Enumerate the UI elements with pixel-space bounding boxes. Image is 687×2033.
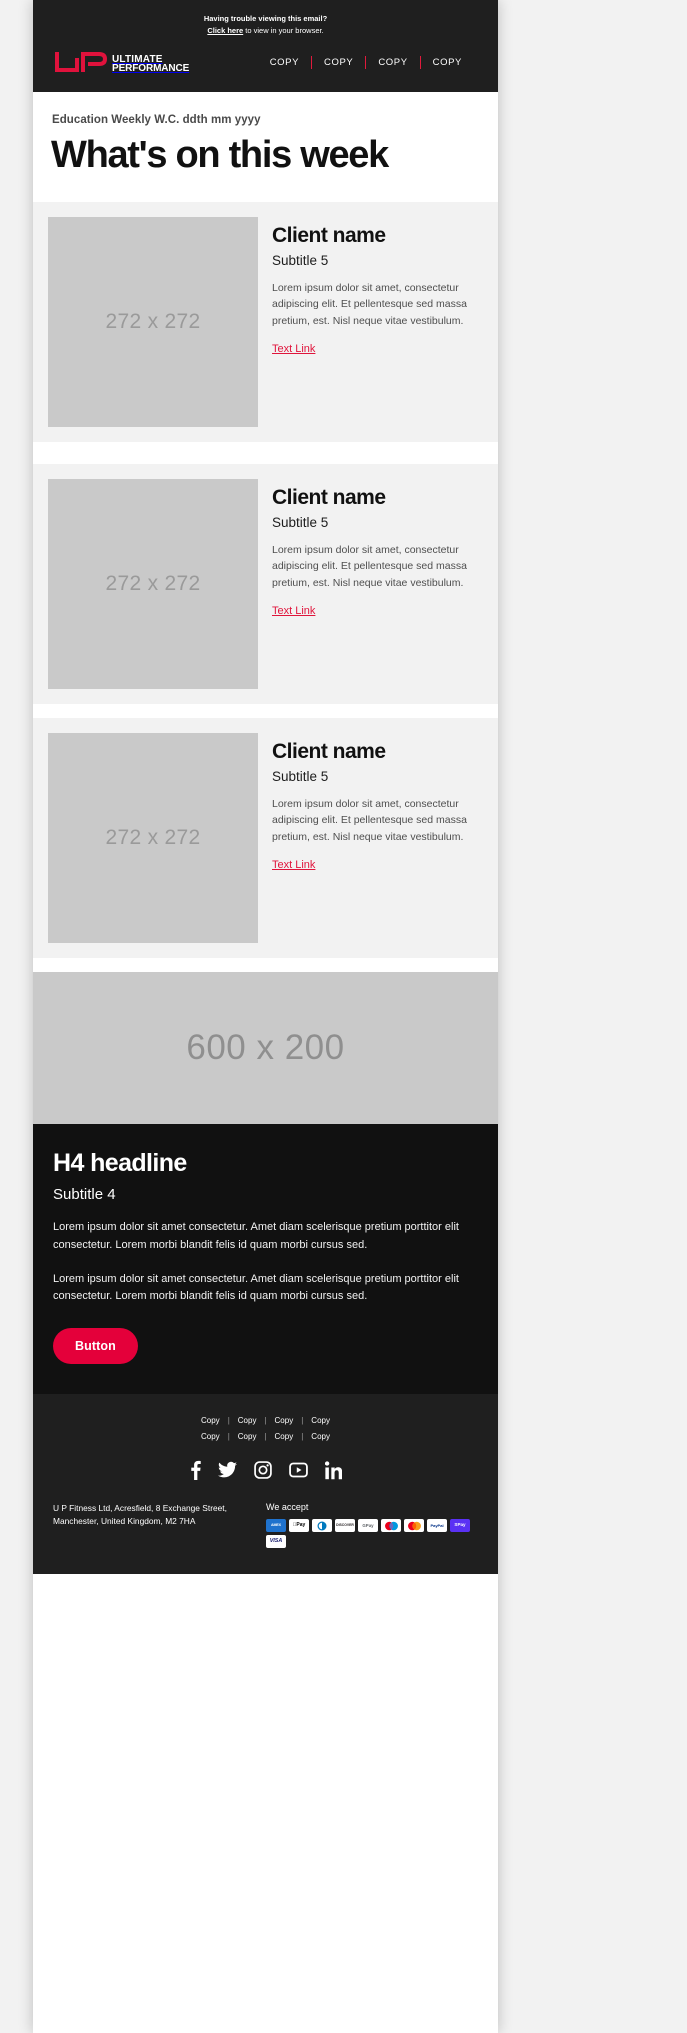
section-spacer	[33, 441, 498, 464]
nav-item-4[interactable]: COPY	[421, 57, 474, 68]
card-body: Client name Subtitle 5 Lorem ipsum dolor…	[272, 479, 480, 689]
payment-icon-row: AMEX Pay DISCOVER GPay PayPa	[266, 1519, 478, 1549]
preheader: Having trouble viewing this email? Click…	[51, 10, 480, 38]
footer-link-8[interactable]: Copy	[303, 1432, 338, 1441]
card-body: Client name Subtitle 5 Lorem ipsum dolor…	[272, 733, 480, 943]
hero-section: Education Weekly W.C. ddth mm yyyy What'…	[33, 92, 498, 202]
youtube-link[interactable]	[289, 1461, 308, 1479]
footer-link-1[interactable]: Copy	[193, 1416, 228, 1425]
apple-pay-icon: Pay	[289, 1519, 309, 1533]
nav-item-1[interactable]: COPY	[258, 57, 311, 68]
header-nav: COPY COPY COPY COPY	[258, 55, 480, 69]
banner-image-placeholder: 600 x 200	[33, 971, 498, 1124]
email-header: Having trouble viewing this email? Click…	[33, 0, 498, 93]
linkedin-link[interactable]	[325, 1461, 342, 1480]
maestro-icon	[381, 1519, 401, 1533]
nav-item-2[interactable]: COPY	[312, 57, 365, 68]
card-paragraph: Lorem ipsum dolor sit amet, consectetur …	[272, 543, 467, 589]
payment-methods: We accept AMEX Pay DISCOVER GPay	[266, 1502, 478, 1549]
card-subtitle: Subtitle 5	[272, 768, 329, 784]
visa-icon: VISA	[266, 1535, 286, 1549]
email-footer: Copy | Copy | Copy | Copy Copy | Copy | …	[33, 1394, 498, 1575]
twitter-icon	[218, 1462, 237, 1478]
email-body: Having trouble viewing this email? Click…	[33, 0, 498, 2033]
email-preview-page: Having trouble viewing this email? Click…	[0, 0, 687, 2033]
view-in-browser-link[interactable]: Click here	[207, 26, 243, 35]
google-pay-icon: G Pay	[358, 1519, 378, 1533]
up-logo-wordmark: ULTIMATE PERFORMANCE	[112, 54, 190, 75]
up-logo-mark	[55, 52, 107, 73]
page-title: What's on this week	[51, 134, 389, 177]
card-image-placeholder: 272 x 272	[48, 732, 258, 943]
cta-subtitle: Subtitle 4	[53, 1186, 116, 1204]
diners-club-icon	[312, 1519, 332, 1533]
company-address: U P Fitness Ltd, Acresfield, 8 Exchange …	[53, 1503, 227, 1527]
card-paragraph: Lorem ipsum dolor sit amet, consectetur …	[272, 797, 467, 843]
cta-paragraph-1: Lorem ipsum dolor sit amet consectetur. …	[53, 1221, 459, 1251]
card-image-placeholder: 272 x 272	[48, 216, 258, 427]
twitter-link[interactable]	[218, 1461, 237, 1479]
cta-headline: H4 headline	[53, 1148, 187, 1177]
footer-link-6[interactable]: Copy	[230, 1432, 265, 1441]
shop-pay-icon: S Pay	[450, 1519, 470, 1533]
section-spacer	[33, 703, 498, 718]
cta-section: H4 headline Subtitle 4 Lorem ipsum dolor…	[33, 1123, 498, 1395]
card-text-link[interactable]: Text Link	[272, 859, 315, 871]
youtube-icon	[289, 1462, 308, 1478]
facebook-link[interactable]	[189, 1460, 201, 1481]
facebook-icon	[191, 1461, 201, 1481]
footer-link-5[interactable]: Copy	[193, 1432, 228, 1441]
cta-button[interactable]: Button	[53, 1328, 138, 1365]
preheader-rest: to view in your browser.	[243, 25, 324, 35]
preheader-line2: Click here to view in your browser.	[51, 25, 480, 37]
instagram-icon	[254, 1461, 272, 1480]
linkedin-icon	[325, 1461, 342, 1480]
footer-link-7[interactable]: Copy	[267, 1432, 302, 1441]
social-links	[53, 1460, 478, 1481]
card-paragraph: Lorem ipsum dolor sit amet, consectetur …	[272, 281, 467, 327]
footer-link-4[interactable]: Copy	[303, 1416, 338, 1425]
preheader-line1: Having trouble viewing this email?	[203, 14, 328, 23]
cta-paragraph-2: Lorem ipsum dolor sit amet consectetur. …	[53, 1272, 459, 1303]
instagram-link[interactable]	[254, 1461, 272, 1480]
header-bar: ULTIMATE PERFORMANCE COPY COPY COPY COPY	[51, 38, 480, 78]
discover-icon: DISCOVER	[335, 1519, 355, 1533]
card-text-link[interactable]: Text Link	[272, 343, 315, 355]
card-image-placeholder: 272 x 272	[48, 478, 258, 689]
content-card: 272 x 272 Client name Subtitle 5 Lorem i…	[33, 717, 498, 958]
mastercard-icon	[404, 1519, 424, 1533]
card-subtitle: Subtitle 5	[272, 514, 329, 530]
card-subtitle: Subtitle 5	[272, 252, 329, 268]
footer-links-row-2: Copy | Copy | Copy | Copy	[53, 1432, 478, 1441]
card-title: Client name	[272, 485, 386, 509]
footer-link-3[interactable]: Copy	[267, 1416, 302, 1425]
nav-item-3[interactable]: COPY	[366, 57, 419, 68]
card-title: Client name	[272, 223, 386, 247]
footer-links-row-1: Copy | Copy | Copy | Copy	[53, 1416, 478, 1425]
card-text-link[interactable]: Text Link	[272, 605, 315, 617]
section-spacer	[33, 957, 498, 972]
up-logo[interactable]: ULTIMATE PERFORMANCE	[51, 50, 189, 74]
card-title: Client name	[272, 739, 386, 763]
paypal-icon: PayPal	[427, 1519, 447, 1533]
logo-line-2: PERFORMANCE	[112, 62, 190, 74]
hero-eyebrow: Education Weekly W.C. ddth mm yyyy	[52, 114, 261, 127]
footer-bottom: U P Fitness Ltd, Acresfield, 8 Exchange …	[53, 1502, 478, 1549]
we-accept-label: We accept	[266, 1502, 309, 1513]
content-card: 272 x 272 Client name Subtitle 5 Lorem i…	[33, 463, 498, 704]
amex-icon: AMEX	[266, 1519, 286, 1533]
content-card: 272 x 272 Client name Subtitle 5 Lorem i…	[33, 201, 498, 442]
card-body: Client name Subtitle 5 Lorem ipsum dolor…	[272, 217, 480, 427]
footer-link-2[interactable]: Copy	[230, 1416, 265, 1425]
